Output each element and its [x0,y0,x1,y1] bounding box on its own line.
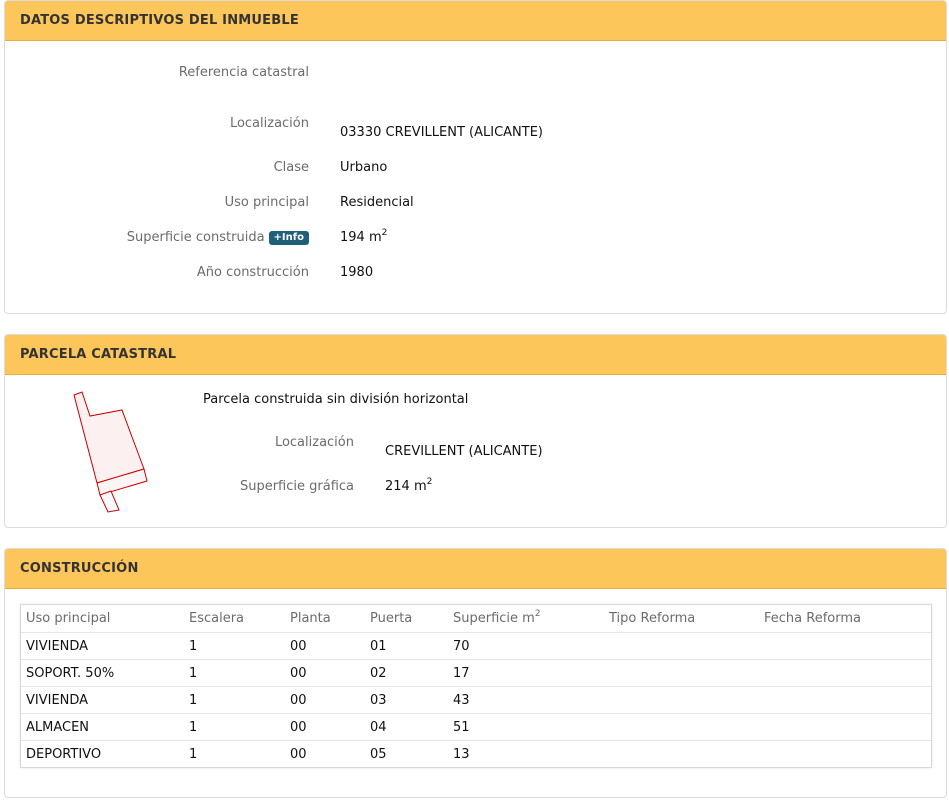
loc-label: Localización [229,116,309,131]
parcela-title: PARCELA CATASTRAL [20,347,177,362]
datos-title: DATOS DESCRIPTIVOS DEL INMUEBLE [20,13,299,28]
cell-superficie: 43 [448,686,604,714]
cell-superficie: 17 [448,659,604,687]
clase-value: Urbano [340,160,388,175]
parcela-loc-label: Localización [274,435,354,450]
table-row: VIVIENDA 1 00 01 70 [21,632,931,660]
cell-planta: 00 [285,740,365,767]
anio-value: 1980 [340,265,374,280]
cell-uso: VIVIENDA [21,686,184,714]
parcela-sup-label: Superficie gráfica [239,479,354,494]
parcela-sup-row: Superficie gráfica 214 m2 [5,476,946,497]
table-row: VIVIENDA 1 00 03 43 [21,686,931,714]
loc-value: 03330 CREVILLENT (ALICANTE) [340,125,543,140]
col-puerta: Puerta [370,611,413,626]
uso-value: Residencial [340,195,414,210]
ref-label: Referencia catastral [178,65,309,80]
cell-planta: 00 [285,659,365,687]
table-row: DEPORTIVO 1 00 05 13 [21,740,931,767]
sup-value: 194 m [340,230,382,245]
anio-row: Año construcción 1980 [5,265,946,283]
col-fecha-reforma: Fecha Reforma [764,611,861,626]
construccion-panel: CONSTRUCCIÓN Uso principal Escalera Plan… [4,548,947,798]
clase-label: Clase [273,160,309,175]
cell-superficie: 70 [448,632,604,660]
uso-row: Uso principal Residencial [5,195,946,213]
cell-superficie: 13 [448,740,604,767]
sup-value-wrap: 194 m2 [340,227,388,245]
cell-escalera: 1 [184,740,285,767]
sup-label-wrap: Superficie construida +Info [127,230,309,245]
parcela-desc: Parcela construida sin división horizont… [203,392,469,407]
cell-escalera: 1 [184,713,285,741]
sup-unit-exp: 2 [381,227,388,238]
construccion-title: CONSTRUCCIÓN [20,561,139,576]
cell-planta: 00 [285,713,365,741]
cell-puerta: 03 [365,686,448,714]
loc-row: Localización 03330 CREVILLENT (ALICANTE) [5,116,946,140]
sup-row: Superficie construida +Info 194 m2 [5,227,946,248]
cell-fecha-reforma [759,740,931,767]
datos-header: DATOS DESCRIPTIVOS DEL INMUEBLE [5,1,946,41]
cell-planta: 00 [285,632,365,660]
parcela-header: PARCELA CATASTRAL [5,335,946,375]
cell-tipo-reforma [604,686,759,714]
anio-label: Año construcción [196,265,309,280]
col-escalera: Escalera [189,611,245,626]
col-superficie: Superficie m2 [448,605,604,633]
parcela-sup-value: 214 m [385,479,427,494]
cell-uso: DEPORTIVO [21,740,184,767]
cell-escalera: 1 [184,686,285,714]
construccion-header: CONSTRUCCIÓN [5,549,946,589]
cell-superficie: 51 [448,713,604,741]
parcela-loc-row: Localización CREVILLENT (ALICANTE) [5,435,946,459]
parcela-sup-unit-exp: 2 [426,476,433,487]
col-superficie-label: Superficie m [453,611,535,626]
cell-puerta: 04 [365,713,448,741]
cell-planta: 00 [285,686,365,714]
cell-puerta: 01 [365,632,448,660]
parcela-panel: PARCELA CATASTRAL Parcela construida sin… [4,334,947,528]
cell-fecha-reforma [759,632,931,660]
cell-uso: SOPORT. 50% [21,659,184,687]
cell-uso: ALMACEN [21,713,184,741]
cell-tipo-reforma [604,740,759,767]
info-button[interactable]: +Info [268,231,309,245]
table-row: ALMACEN 1 00 04 51 [21,713,931,741]
cell-tipo-reforma [604,659,759,687]
construccion-table: Uso principal Escalera Planta Puerta Sup… [21,605,931,767]
cell-tipo-reforma [604,713,759,741]
parcela-sup-value-wrap: 214 m2 [385,476,433,494]
cell-tipo-reforma [604,632,759,660]
construccion-table-wrap: Uso principal Escalera Planta Puerta Sup… [20,604,932,768]
cell-escalera: 1 [184,632,285,660]
cell-escalera: 1 [184,659,285,687]
col-planta: Planta [290,611,331,626]
cell-uso: VIVIENDA [21,632,184,660]
table-row: SOPORT. 50% 1 00 02 17 [21,659,931,687]
col-uso: Uso principal [26,611,111,626]
cell-fecha-reforma [759,659,931,687]
cell-fecha-reforma [759,713,931,741]
sup-label: Superficie construida [126,230,265,245]
col-superficie-exp: 2 [534,608,541,619]
col-tipo-reforma: Tipo Reforma [609,611,696,626]
cell-puerta: 05 [365,740,448,767]
table-header-row: Uso principal Escalera Planta Puerta Sup… [21,605,931,633]
cell-fecha-reforma [759,686,931,714]
clase-row: Clase Urbano [5,160,946,178]
datos-panel: DATOS DESCRIPTIVOS DEL INMUEBLE Referenc… [4,0,947,314]
ref-row: Referencia catastral [5,65,946,83]
parcela-loc-value: CREVILLENT (ALICANTE) [385,444,543,459]
uso-label: Uso principal [224,195,309,210]
cell-puerta: 02 [365,659,448,687]
